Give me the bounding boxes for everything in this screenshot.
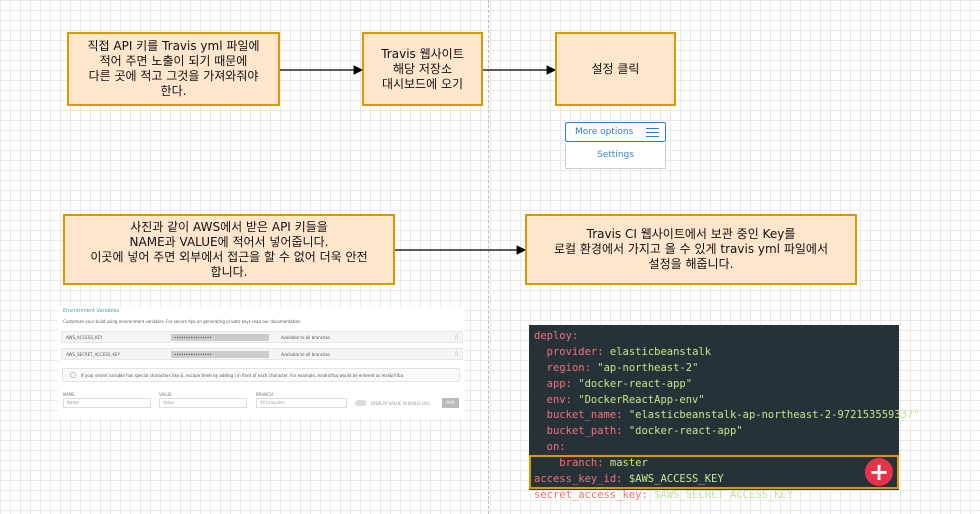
code-line: on: — [529, 440, 899, 456]
plus-icon[interactable]: + — [865, 458, 893, 486]
escape-note-text: If your secret variable has special char… — [81, 373, 404, 378]
code-value: "elasticbeanstalk-ap-northeast-2-9721535… — [622, 409, 920, 422]
environment-variables-panel: Environment Variables Customize your bui… — [58, 306, 464, 418]
settings-menu-item[interactable]: Settings — [565, 143, 666, 167]
step3-text: 설정 클릭 — [591, 61, 640, 76]
trash-icon[interactable]: ▯ — [455, 351, 458, 357]
code-value: "ap-northeast-2" — [590, 361, 699, 374]
more-options-button[interactable]: More options — [565, 122, 666, 142]
step2-text: Travis 웹사이트 해당 저장소 대시보드에 오기 — [381, 46, 464, 91]
code-key: on: — [546, 441, 566, 454]
code-key: app: — [546, 377, 572, 390]
code-value: $AWS_SECRET_ACCESS_KEY — [647, 488, 794, 501]
step3-box: 설정 클릭 — [555, 32, 676, 106]
add-variable-button[interactable]: Add — [442, 398, 459, 408]
settings-label: Settings — [597, 150, 634, 160]
value-input[interactable]: Value — [159, 398, 247, 408]
code-key: deploy: — [534, 330, 579, 342]
code-line: secret_access_key: $AWS_SECRET_ACCESS_KE… — [529, 488, 899, 504]
display-value-label: DISPLAY VALUE IN BUILD LOG — [371, 401, 430, 406]
name-input[interactable]: Name — [63, 398, 151, 408]
code-line: bucket_name: "elasticbeanstalk-ap-northe… — [529, 408, 920, 424]
more-options-label: More options — [575, 127, 634, 137]
env-branch: Available to all branches — [281, 335, 331, 340]
env-value: •••••••••••••••• — [171, 351, 269, 358]
code-key: bucket_name: — [546, 409, 623, 422]
code-line: bucket_path: "docker-react-app" — [529, 424, 899, 440]
env-value: •••••••••••••••• — [171, 334, 269, 341]
env-name: AWS_SECRET_ACCESS_KEY — [66, 352, 121, 357]
hamburger-menu-icon — [646, 128, 659, 140]
name-field-label: NAME — [63, 392, 75, 397]
step1-text: 직접 API 키를 Travis yml 파일에 적어 주면 노출이 되기 때문… — [87, 39, 260, 98]
code-value: elasticbeanstalk — [603, 345, 712, 358]
code-line: region: "ap-northeast-2" — [529, 361, 899, 377]
step2-box: Travis 웹사이트 해당 저장소 대시보드에 오기 — [362, 32, 483, 106]
code-value: "DockerReactApp-env" — [571, 393, 705, 406]
step4-text: 사진과 같이 AWS에서 받은 API 키들을 NAME과 VALUE에 적어서… — [90, 219, 368, 279]
code-line: env: "DockerReactApp-env" — [529, 393, 899, 409]
code-key: secret_access_key: — [534, 488, 648, 501]
code-value: "docker-react-app" — [622, 425, 743, 438]
code-key: provider: — [546, 345, 604, 358]
code-line: deploy: — [529, 329, 899, 345]
step5-box: Travis CI 웹사이트에서 보관 중인 Key를 로컬 환경에서 가지고 … — [525, 214, 857, 285]
step5-text: Travis CI 웹사이트에서 보관 중인 Key를 로컬 환경에서 가지고 … — [553, 227, 828, 271]
info-icon — [70, 372, 76, 378]
code-key: bucket_path: — [546, 425, 623, 438]
code-line: provider: elasticbeanstalk — [529, 345, 899, 361]
env-row: AWS_ACCESS_KEY •••••••••••••••• Availabl… — [61, 331, 463, 343]
code-key: env: — [546, 393, 572, 406]
code-key: region: — [546, 361, 591, 374]
display-value-toggle[interactable] — [355, 400, 367, 406]
step1-box: 직접 API 키를 Travis yml 파일에 적어 주면 노출이 되기 때문… — [67, 32, 280, 106]
code-value: "docker-react-app" — [571, 377, 693, 390]
step4-box: 사진과 같이 AWS에서 받은 API 키들을 NAME과 VALUE에 적어서… — [63, 214, 395, 285]
env-row: AWS_SECRET_ACCESS_KEY •••••••••••••••• A… — [61, 348, 463, 360]
branch-select[interactable]: All branches — [256, 398, 347, 408]
settings-widget: More options Settings — [565, 122, 666, 169]
escape-note: If your secret variable has special char… — [62, 368, 460, 382]
env-panel-description: Customize your build using environment v… — [63, 319, 301, 324]
value-field-label: VALUE — [159, 392, 172, 397]
env-branch: Available to all branches — [281, 352, 331, 357]
env-name: AWS_ACCESS_KEY — [66, 335, 103, 340]
code-line: app: "docker-react-app" — [529, 377, 899, 393]
env-panel-title: Environment Variables — [63, 308, 120, 314]
trash-icon[interactable]: ▯ — [455, 334, 458, 340]
branch-field-label: BRANCH — [256, 392, 273, 397]
access-keys-highlight — [529, 455, 899, 489]
